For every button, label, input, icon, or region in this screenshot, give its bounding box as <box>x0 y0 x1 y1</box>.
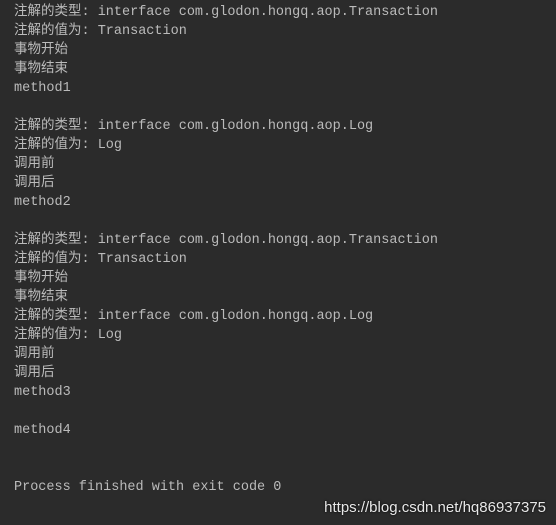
console-output: 注解的类型: interface com.glodon.hongq.aop.Tr… <box>14 3 438 497</box>
console-line: 调用后 <box>14 176 55 191</box>
console-line: method3 <box>14 385 71 400</box>
console-line: 事物开始 <box>14 271 68 286</box>
console-line: 事物结束 <box>14 290 68 305</box>
console-line: 注解的值为: Transaction <box>14 252 187 267</box>
console-line: 调用前 <box>14 157 55 172</box>
console-line: 注解的类型: interface com.glodon.hongq.aop.Tr… <box>14 233 438 248</box>
console-line: method2 <box>14 195 71 210</box>
console-line: 调用后 <box>14 366 55 381</box>
console-line: 注解的类型: interface com.glodon.hongq.aop.Tr… <box>14 5 438 20</box>
console-line: 注解的值为: Transaction <box>14 24 187 39</box>
console-line: 注解的值为: Log <box>14 138 123 153</box>
console-line: 注解的类型: interface com.glodon.hongq.aop.Lo… <box>14 119 374 134</box>
console-line: 调用前 <box>14 347 55 362</box>
console-line: 事物结束 <box>14 62 68 77</box>
console-line: 注解的值为: Log <box>14 328 123 343</box>
console-line: Process finished with exit code 0 <box>14 480 282 495</box>
console-line: method4 <box>14 423 71 438</box>
console-line: 注解的类型: interface com.glodon.hongq.aop.Lo… <box>14 309 374 324</box>
console-line: 事物开始 <box>14 43 68 58</box>
watermark: https://blog.csdn.net/hq86937375 <box>324 499 546 516</box>
console-line: method1 <box>14 81 71 96</box>
